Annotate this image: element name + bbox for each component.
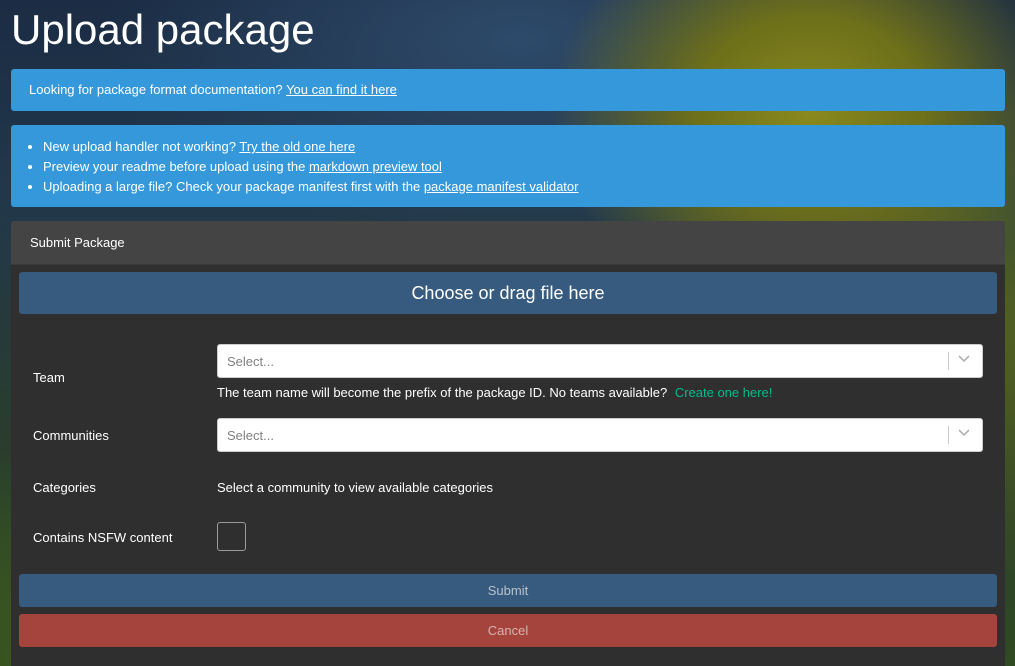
docs-alert: Looking for package format documentation…	[11, 69, 1005, 111]
chevron-down-icon[interactable]	[957, 425, 971, 439]
team-select[interactable]: Select...	[217, 344, 983, 378]
nsfw-checkbox[interactable]	[217, 522, 246, 551]
chevron-down-icon[interactable]	[957, 351, 971, 365]
tip-item: Preview your readme before upload using …	[43, 157, 987, 177]
tip-text: Uploading a large file? Check your packa…	[43, 179, 421, 194]
team-label: Team	[33, 370, 65, 385]
page-title: Upload package	[11, 6, 315, 53]
submit-button[interactable]: Submit	[19, 574, 997, 607]
tip-text: New upload handler not working?	[43, 139, 236, 154]
communities-label: Communities	[33, 428, 109, 443]
cancel-button[interactable]: Cancel	[19, 614, 997, 647]
team-select-placeholder: Select...	[227, 354, 274, 369]
markdown-preview-link[interactable]: markdown preview tool	[309, 159, 442, 174]
old-upload-link[interactable]: Try the old one here	[239, 139, 355, 154]
create-team-link[interactable]: Create one here!	[675, 385, 773, 400]
tip-item: Uploading a large file? Check your packa…	[43, 177, 987, 197]
card-header: Submit Package	[11, 221, 1005, 265]
tip-item: New upload handler not working? Try the …	[43, 137, 987, 157]
file-dropzone[interactable]: Choose or drag file here	[19, 272, 997, 314]
nsfw-label: Contains NSFW content	[33, 530, 173, 545]
communities-select-placeholder: Select...	[227, 428, 274, 443]
tips-alert: New upload handler not working? Try the …	[11, 125, 1005, 207]
team-help: The team name will become the prefix of …	[217, 385, 772, 400]
submit-package-card: Submit Package Choose or drag file here …	[11, 221, 1005, 666]
communities-select[interactable]: Select...	[217, 418, 983, 452]
select-separator	[948, 426, 949, 444]
tip-text: Preview your readme before upload using …	[43, 159, 306, 174]
team-help-text: The team name will become the prefix of …	[217, 385, 668, 400]
manifest-validator-link[interactable]: package manifest validator	[424, 179, 579, 194]
tips-list: New upload handler not working? Try the …	[29, 137, 987, 197]
categories-label: Categories	[33, 480, 96, 495]
categories-hint: Select a community to view available cat…	[217, 480, 494, 495]
docs-link[interactable]: You can find it here	[286, 82, 397, 97]
docs-alert-text: Looking for package format documentation…	[29, 82, 283, 97]
select-separator	[948, 352, 949, 370]
